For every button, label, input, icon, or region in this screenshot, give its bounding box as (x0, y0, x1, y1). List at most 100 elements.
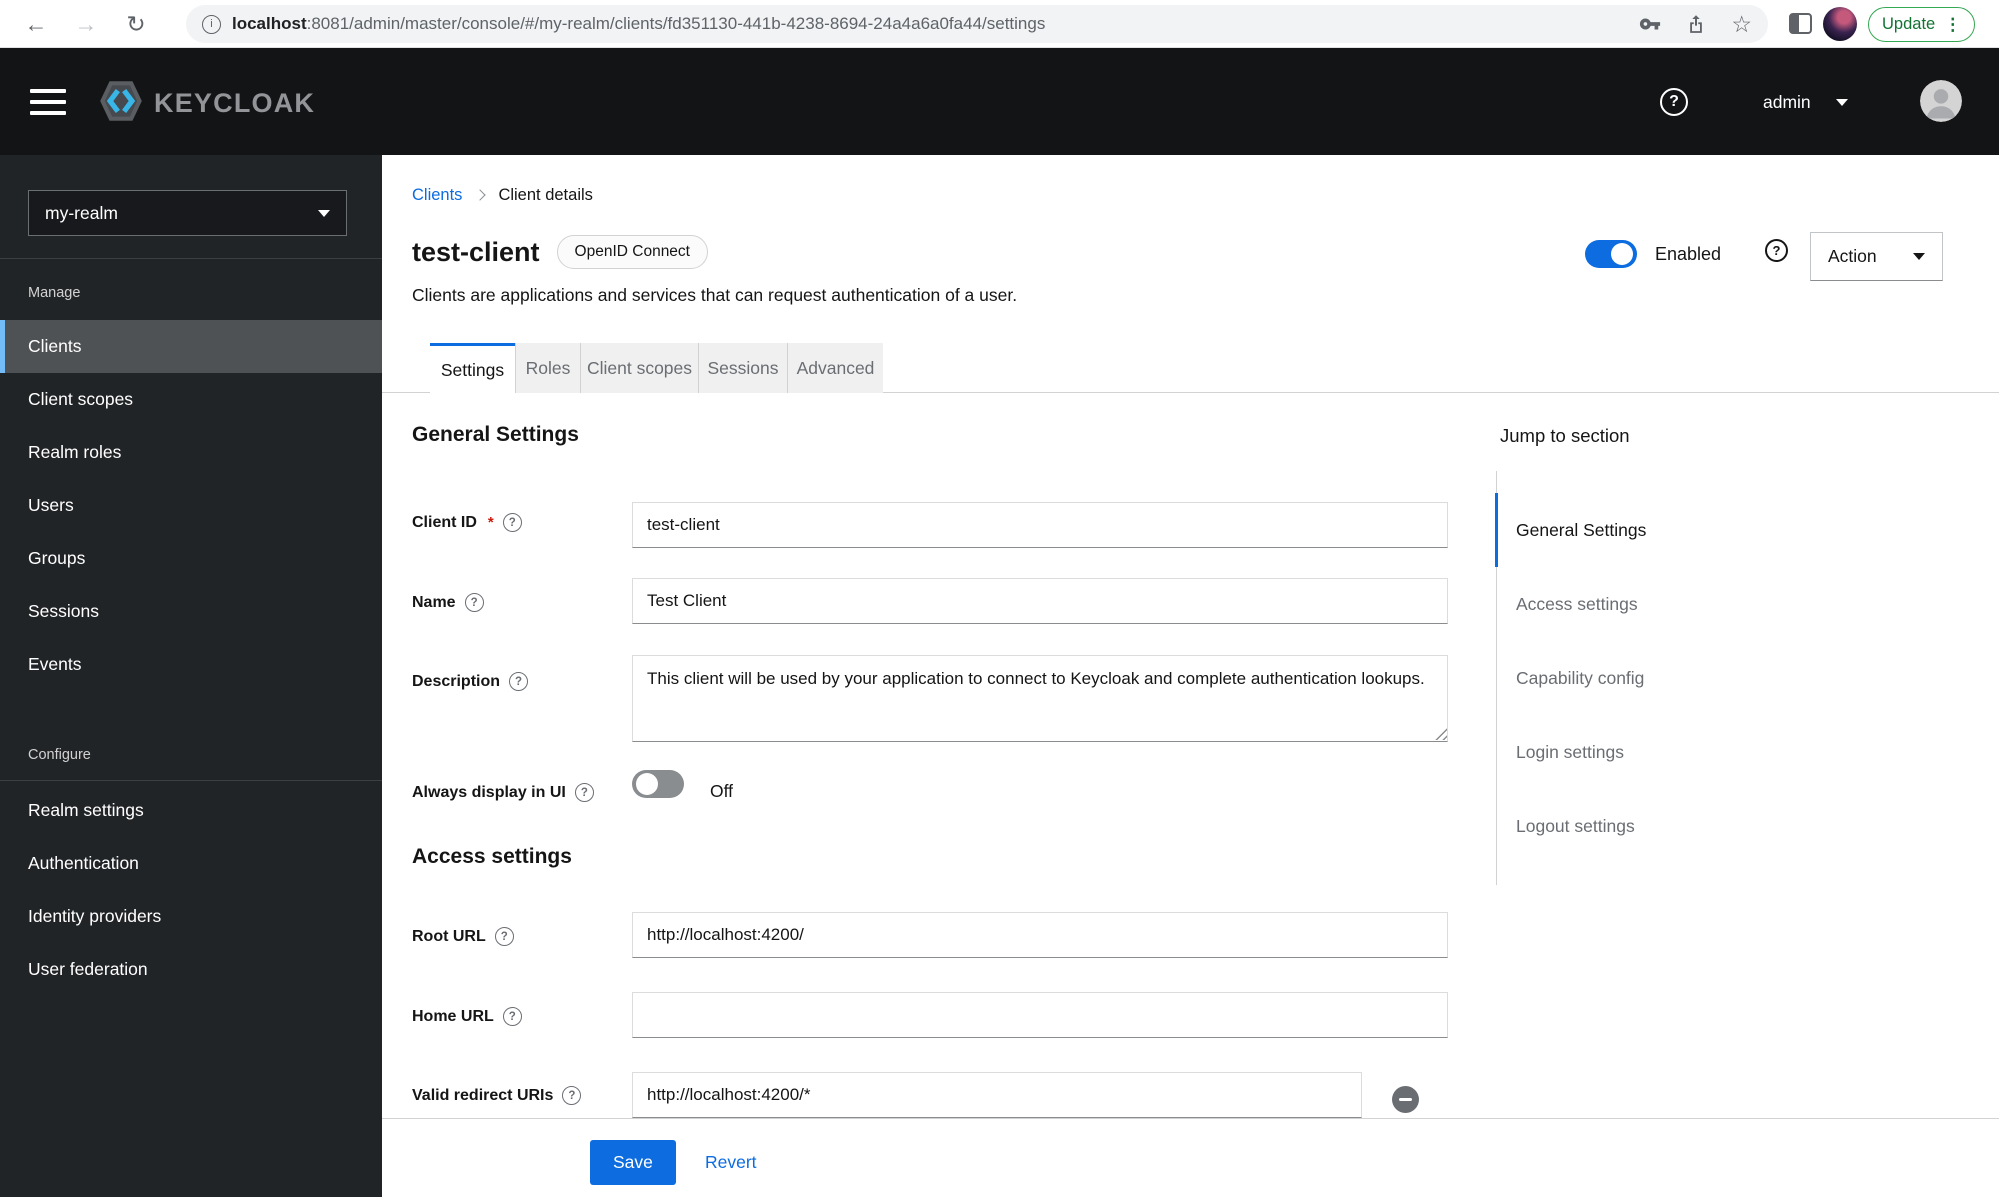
user-menu[interactable]: admin (1763, 88, 1848, 116)
section-label-configure: Configure (28, 747, 91, 763)
sidebar-item-sessions[interactable]: Sessions (0, 585, 382, 638)
user-avatar[interactable] (1920, 80, 1962, 122)
save-button[interactable]: Save (590, 1140, 676, 1185)
tab-client-scopes[interactable]: Client scopes (580, 343, 698, 393)
name-help-icon[interactable]: ? (464, 593, 484, 612)
always-display-help-icon[interactable]: ? (574, 783, 594, 802)
breadcrumb-current: Client details (498, 186, 593, 204)
tab-bar: Settings Roles Client scopes Sessions Ad… (382, 343, 1999, 394)
share-icon[interactable] (1686, 14, 1706, 34)
breadcrumb: Clients Client details (412, 186, 593, 205)
description-help-icon[interactable]: ? (509, 672, 529, 691)
main-content: Clients Client details test-client OpenI… (382, 155, 1999, 1197)
masthead: KEYCLOAK ? admin (0, 48, 1999, 155)
sidebar-item-clients[interactable]: Clients (0, 320, 382, 373)
chevron-down-icon (318, 209, 330, 217)
sidebar-item-user-federation[interactable]: User federation (0, 943, 382, 996)
valid-redirect-uris-label: Valid redirect URIs (412, 1086, 554, 1104)
page-subtitle: Clients are applications and services th… (412, 285, 1018, 305)
username: admin (1763, 91, 1811, 112)
action-label: Action (1828, 246, 1877, 266)
help-icon[interactable]: ? (1660, 88, 1688, 116)
jump-item-access-settings[interactable]: Access settings (1497, 567, 1916, 641)
tab-advanced[interactable]: Advanced (787, 343, 883, 393)
browser-menu-icon[interactable]: ⋮ (1944, 15, 1961, 35)
keycloak-admin-console: ← → ↻ i localhost:8081/admin/master/cons… (0, 0, 1999, 1197)
tab-roles[interactable]: Roles (515, 343, 580, 393)
client-id-field[interactable] (632, 502, 1448, 548)
page-title: test-client (412, 236, 540, 267)
jump-item-logout-settings[interactable]: Logout settings (1497, 789, 1916, 863)
revert-button[interactable]: Revert (705, 1152, 757, 1173)
browser-chrome: ← → ↻ i localhost:8081/admin/master/cons… (0, 0, 1999, 48)
enabled-toggle[interactable] (1585, 240, 1637, 268)
tab-sessions[interactable]: Sessions (698, 343, 787, 393)
url-text: localhost:8081/admin/master/console/#/my… (232, 14, 1045, 34)
always-display-toggle[interactable] (632, 770, 684, 798)
enabled-label: Enabled (1655, 244, 1722, 264)
realm-selector[interactable]: my-realm (28, 190, 347, 236)
side-panel-icon[interactable] (1789, 13, 1812, 34)
name-field[interactable] (632, 578, 1448, 624)
back-icon[interactable]: ← (18, 6, 54, 42)
enabled-help-icon[interactable]: ? (1765, 239, 1788, 262)
browser-profile-avatar[interactable] (1823, 7, 1857, 41)
browser-update-button[interactable]: Update ⋮ (1868, 7, 1976, 42)
root-url-field[interactable] (632, 912, 1448, 958)
protocol-badge: OpenID Connect (556, 235, 708, 269)
bookmark-star-icon[interactable]: ☆ (1731, 12, 1752, 36)
sidebar-item-groups[interactable]: Groups (0, 532, 382, 585)
breadcrumb-clients-link[interactable]: Clients (412, 186, 462, 205)
chevron-down-icon (1913, 253, 1925, 260)
always-display-label: Always display in UI (412, 783, 566, 801)
sidebar-item-identity-providers[interactable]: Identity providers (0, 890, 382, 943)
realm-name: my-realm (45, 202, 118, 223)
keycloak-logo[interactable]: KEYCLOAK (96, 76, 315, 131)
home-url-field[interactable] (632, 992, 1448, 1038)
always-display-state: Off (710, 781, 734, 801)
url-host: localhost (232, 14, 307, 33)
address-bar[interactable]: i localhost:8081/admin/master/console/#/… (186, 5, 1768, 43)
root-url-label: Root URL (412, 927, 486, 945)
section-label-manage: Manage (28, 285, 81, 301)
description-label: Description (412, 672, 501, 690)
required-asterisk: * (487, 514, 494, 531)
keycloak-logo-icon (96, 76, 146, 131)
action-dropdown[interactable]: Action (1810, 232, 1943, 281)
divider (0, 258, 382, 259)
hamburger-menu-icon[interactable] (30, 89, 66, 115)
forward-icon[interactable]: → (68, 6, 104, 42)
url-path: :8081/admin/master/console/#/my-realm/cl… (306, 14, 1046, 33)
divider (0, 780, 382, 781)
valid-redirect-help-icon[interactable]: ? (562, 1086, 582, 1105)
sidebar-item-authentication[interactable]: Authentication (0, 837, 382, 890)
sidebar-item-users[interactable]: Users (0, 479, 382, 532)
sidebar: my-realm Manage Clients Client scopes Re… (0, 155, 382, 1197)
client-id-label: Client ID (412, 513, 477, 531)
site-info-icon[interactable]: i (202, 14, 221, 34)
home-url-help-icon[interactable]: ? (502, 1007, 522, 1026)
update-label: Update (1882, 15, 1936, 33)
root-url-help-icon[interactable]: ? (494, 927, 514, 946)
name-label: Name (412, 593, 456, 611)
chevron-right-icon (474, 188, 487, 201)
sidebar-item-events[interactable]: Events (0, 638, 382, 691)
jump-to-section: Jump to section General Settings Access … (1495, 425, 1916, 885)
reload-icon[interactable]: ↻ (118, 6, 154, 42)
valid-redirect-uri-field[interactable] (632, 1072, 1362, 1118)
jump-item-capability-config[interactable]: Capability config (1497, 641, 1916, 715)
password-key-icon[interactable] (1639, 13, 1661, 35)
remove-redirect-uri-icon[interactable] (1392, 1086, 1419, 1113)
sidebar-item-client-scopes[interactable]: Client scopes (0, 373, 382, 426)
jump-item-general-settings[interactable]: General Settings (1495, 493, 1916, 567)
sidebar-item-realm-roles[interactable]: Realm roles (0, 426, 382, 479)
client-id-help-icon[interactable]: ? (502, 513, 522, 532)
jump-heading: Jump to section (1500, 425, 1630, 446)
brand-text: KEYCLOAK (154, 88, 316, 118)
tab-settings[interactable]: Settings (430, 343, 515, 394)
description-field[interactable]: This client will be used by your applica… (632, 655, 1448, 742)
jump-item-login-settings[interactable]: Login settings (1497, 715, 1916, 789)
sidebar-item-realm-settings[interactable]: Realm settings (0, 784, 382, 837)
access-settings-heading: Access settings (412, 845, 572, 868)
general-settings-heading: General Settings (412, 423, 579, 446)
